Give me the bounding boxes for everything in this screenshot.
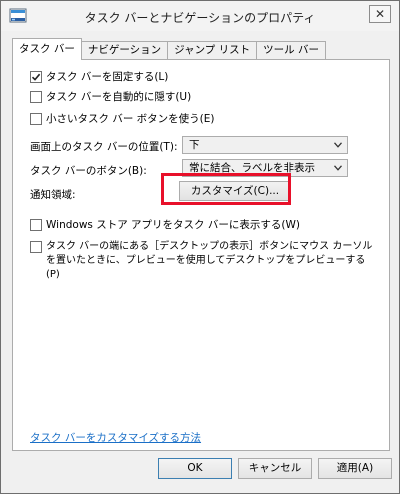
checkmark-icon	[31, 73, 41, 81]
position-value: 下	[189, 139, 200, 151]
window-title: タスク バーとナビゲーションのプロパティ	[84, 11, 316, 25]
store-apps-label: Windows ストア アプリをタスク バーに表示する(W)	[46, 219, 300, 231]
position-dropdown[interactable]: 下	[182, 136, 348, 154]
lock-taskbar-label: タスク バーを固定する(L)	[46, 71, 169, 83]
store-apps-option[interactable]: Windows ストア アプリをタスク バーに表示する(W)	[30, 218, 300, 232]
chevron-down-icon	[334, 142, 342, 148]
peek-checkbox[interactable]	[30, 241, 42, 253]
properties-dialog: タスク バーとナビゲーションのプロパティ ✕ タスク バー ナビゲーション ジャ…	[0, 0, 400, 494]
customize-highlight-box	[161, 173, 291, 205]
auto-hide-label: タスク バーを自動的に隠す(U)	[46, 91, 192, 103]
title-bar[interactable]: タスク バーとナビゲーションのプロパティ ✕	[1, 1, 399, 31]
tab-toolbars[interactable]: ツール バー	[256, 41, 326, 59]
buttons-label: タスク バーのボタン(B):	[30, 165, 147, 177]
auto-hide-option[interactable]: タスク バーを自動的に隠す(U)	[30, 90, 191, 104]
notification-area-label: 通知領域:	[30, 189, 76, 201]
tab-taskbar[interactable]: タスク バー	[12, 38, 82, 60]
taskbar-tab-panel: タスク バーを固定する(L) タスク バーを自動的に隠す(U) 小さいタスク バ…	[12, 59, 390, 451]
small-buttons-checkbox[interactable]	[30, 113, 42, 125]
apply-button[interactable]: 適用(A)	[318, 458, 392, 479]
small-buttons-option[interactable]: 小さいタスク バー ボタンを使う(E)	[30, 112, 215, 126]
small-buttons-label: 小さいタスク バー ボタンを使う(E)	[46, 113, 215, 125]
store-apps-checkbox[interactable]	[30, 219, 42, 231]
close-icon: ✕	[374, 7, 386, 21]
help-link[interactable]: タスク バーをカスタマイズする方法	[30, 430, 201, 445]
chevron-down-icon	[334, 165, 342, 171]
tab-navigation[interactable]: ナビゲーション	[80, 41, 169, 59]
close-button[interactable]: ✕	[369, 5, 391, 23]
lock-taskbar-option[interactable]: タスク バーを固定する(L)	[30, 70, 168, 84]
ok-button[interactable]: OK	[158, 458, 232, 479]
peek-label: タスク バーの端にある［デスクトップの表示］ボタンにマウス カーソルを置いたとき…	[46, 241, 373, 280]
peek-option[interactable]: タスク バーの端にある［デスクトップの表示］ボタンにマウス カーソルを置いたとき…	[30, 240, 374, 282]
position-label: 画面上のタスク バーの位置(T):	[30, 141, 178, 153]
tab-strip: タスク バー ナビゲーション ジャンプ リスト ツール バー	[12, 38, 326, 60]
tab-jump-list[interactable]: ジャンプ リスト	[167, 41, 258, 59]
cancel-button[interactable]: キャンセル	[238, 458, 312, 479]
lock-taskbar-checkbox[interactable]	[30, 71, 42, 83]
auto-hide-checkbox[interactable]	[30, 91, 42, 103]
